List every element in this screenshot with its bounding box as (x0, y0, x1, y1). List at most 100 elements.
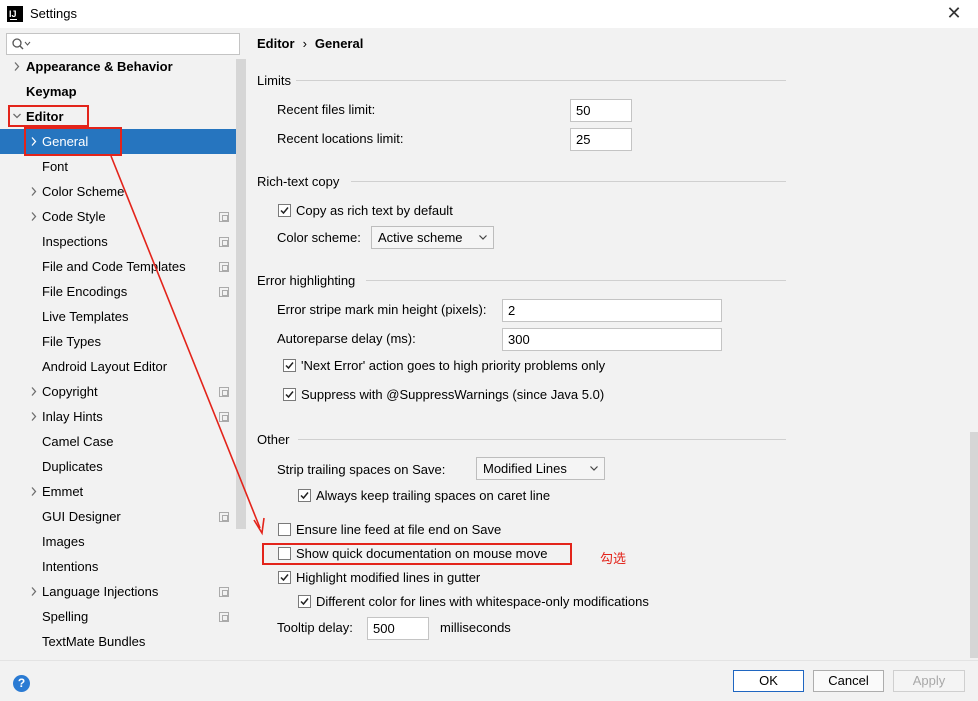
sidebar-item-spelling[interactable]: Spelling (0, 604, 236, 629)
sidebar-item-label: Camel Case (42, 434, 114, 449)
section-divider (366, 280, 786, 281)
sidebar-item-label: Live Templates (42, 309, 129, 324)
chevron-right-icon[interactable] (29, 579, 39, 604)
sidebar-item-file-types[interactable]: File Types (0, 329, 236, 354)
copy-rich-text-checkbox[interactable] (278, 204, 291, 217)
sidebar-item-color-scheme[interactable]: Color Scheme (0, 179, 236, 204)
different-color-checkbox-row[interactable]: Different color for lines with whitespac… (298, 593, 718, 611)
line-feed-checkbox-row[interactable]: Ensure line feed at file end on Save (278, 521, 678, 539)
chevron-right-icon[interactable] (29, 179, 39, 204)
project-settings-icon (219, 612, 229, 622)
project-settings-icon (219, 212, 229, 222)
sidebar-item-gui-designer[interactable]: GUI Designer (0, 504, 236, 529)
help-icon[interactable]: ? (13, 675, 30, 692)
tooltip-delay-label: Tooltip delay: (277, 620, 353, 635)
breadcrumb: Editor › General (257, 36, 363, 51)
close-icon[interactable]: ✕ (944, 3, 964, 23)
sidebar-item-label: Keymap (26, 84, 77, 99)
breadcrumb-parent[interactable]: Editor (257, 36, 295, 51)
chevron-right-icon[interactable] (29, 379, 39, 404)
recent-files-field[interactable]: 50 (570, 99, 632, 122)
section-error-highlighting-title: Error highlighting (257, 273, 356, 288)
sidebar-item-textmate-bundles[interactable]: TextMate Bundles (0, 629, 236, 654)
copy-rich-text-checkbox-row[interactable]: Copy as rich text by default (278, 202, 578, 220)
sidebar-scrollbar[interactable] (236, 59, 246, 529)
sidebar-item-inspections[interactable]: Inspections (0, 229, 236, 254)
different-color-checkbox[interactable] (298, 595, 311, 608)
sidebar-item-label: Intentions (42, 559, 99, 574)
project-settings-icon (219, 287, 229, 297)
sidebar-item-inlay-hints[interactable]: Inlay Hints (0, 404, 236, 429)
sidebar-item-file-and-code-templates[interactable]: File and Code Templates (0, 254, 236, 279)
sidebar-item-file-encodings[interactable]: File Encodings (0, 279, 236, 304)
keep-trailing-checkbox-row[interactable]: Always keep trailing spaces on caret lin… (298, 487, 698, 505)
sidebar-item-emmet[interactable]: Emmet (0, 479, 236, 504)
search-icon (12, 38, 31, 50)
annotation-box-general (24, 127, 122, 156)
sidebar-item-appearance-behavior[interactable]: Appearance & Behavior (0, 54, 236, 79)
sidebar-item-label: Emmet (42, 484, 84, 499)
color-scheme-label: Color scheme: (277, 230, 361, 245)
suppress-warnings-checkbox-row[interactable]: Suppress with @SuppressWarnings (since J… (283, 386, 683, 404)
main-scrollbar[interactable] (970, 432, 978, 658)
sidebar-item-label: Color Scheme (42, 184, 125, 199)
project-settings-icon (219, 412, 229, 422)
sidebar-item-code-style[interactable]: Code Style (0, 204, 236, 229)
checkmark-icon (285, 362, 294, 370)
keep-trailing-label: Always keep trailing spaces on caret lin… (316, 488, 551, 503)
highlight-modified-checkbox[interactable] (278, 571, 291, 584)
sidebar-item-copyright[interactable]: Copyright (0, 379, 236, 404)
apply-button[interactable]: Apply (893, 670, 965, 692)
ok-button[interactable]: OK (733, 670, 804, 692)
suppress-warnings-label: Suppress with @SuppressWarnings (since J… (301, 387, 605, 402)
recent-files-label: Recent files limit: (277, 102, 376, 117)
recent-locations-label: Recent locations limit: (277, 131, 404, 146)
next-error-checkbox-row[interactable]: 'Next Error' action goes to high priorit… (283, 357, 683, 375)
sidebar-item-keymap[interactable]: Keymap (0, 79, 236, 104)
tooltip-delay-field[interactable]: 500 (367, 617, 429, 640)
chevron-down-icon (590, 466, 598, 471)
checkmark-icon (300, 598, 309, 606)
next-error-checkbox[interactable] (283, 359, 296, 372)
different-color-label: Different color for lines with whitespac… (316, 594, 649, 609)
sidebar-item-live-templates[interactable]: Live Templates (0, 304, 236, 329)
highlight-modified-checkbox-row[interactable]: Highlight modified lines in gutter (278, 569, 678, 587)
color-scheme-dropdown[interactable]: Active scheme (371, 226, 494, 249)
sidebar-item-label: Code Style (42, 209, 106, 224)
annotation-box-editor (8, 105, 89, 127)
sidebar-item-label: Android Layout Editor (42, 359, 168, 374)
autoreparse-delay-field[interactable]: 300 (502, 328, 722, 351)
sidebar-item-intentions[interactable]: Intentions (0, 554, 236, 579)
chevron-right-icon[interactable] (12, 54, 22, 79)
strip-trailing-dropdown[interactable]: Modified Lines (476, 457, 605, 480)
sidebar-item-label: File and Code Templates (42, 259, 186, 274)
sidebar-item-duplicates[interactable]: Duplicates (0, 454, 236, 479)
line-feed-checkbox[interactable] (278, 523, 291, 536)
section-divider (298, 439, 786, 440)
chevron-right-icon[interactable] (29, 479, 39, 504)
sidebar-item-label: Font (42, 159, 69, 174)
sidebar-item-android-layout-editor[interactable]: Android Layout Editor (0, 354, 236, 379)
cancel-button[interactable]: Cancel (813, 670, 884, 692)
sidebar-item-font[interactable]: Font (0, 154, 236, 179)
project-settings-icon (219, 387, 229, 397)
chevron-right-icon[interactable] (29, 404, 39, 429)
copy-rich-text-label: Copy as rich text by default (296, 203, 453, 218)
section-divider (351, 181, 786, 182)
chevron-down-icon (479, 235, 487, 240)
sidebar-item-label: Images (42, 534, 85, 549)
sidebar-item-label: Inspections (42, 234, 108, 249)
sidebar-item-images[interactable]: Images (0, 529, 236, 554)
chevron-right-icon[interactable] (29, 204, 39, 229)
keep-trailing-checkbox[interactable] (298, 489, 311, 502)
line-feed-label: Ensure line feed at file end on Save (296, 522, 502, 537)
sidebar-item-label: Copyright (42, 384, 98, 399)
sidebar-item-camel-case[interactable]: Camel Case (0, 429, 236, 454)
stripe-height-field[interactable]: 2 (502, 299, 722, 322)
recent-locations-field[interactable]: 25 (570, 128, 632, 151)
suppress-warnings-checkbox[interactable] (283, 388, 296, 401)
strip-trailing-label: Strip trailing spaces on Save: (277, 462, 446, 477)
project-settings-icon (219, 587, 229, 597)
sidebar-item-language-injections[interactable]: Language Injections (0, 579, 236, 604)
settings-search-input[interactable] (6, 33, 240, 55)
